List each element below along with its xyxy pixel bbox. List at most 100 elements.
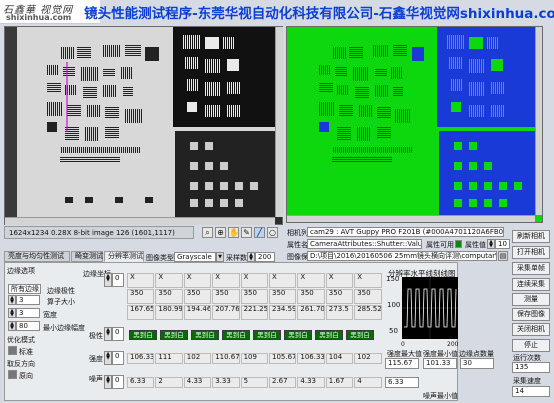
noise-min-field: 6.33 [385, 377, 419, 388]
coord-value-cell: 261.70 [297, 305, 325, 320]
operator-spinner[interactable]: ▲ ▼ [8, 295, 16, 305]
edge-mode-select[interactable]: 所有边缘 [8, 284, 41, 294]
camera-list-select[interactable]: cam29 : AVT Guppy PRO F201B (#000A470112… [307, 227, 504, 237]
coord-x-header: X [325, 273, 354, 288]
polarity-label: 极性 [89, 332, 103, 340]
width-spinner[interactable]: ▲ ▼ [8, 308, 16, 318]
chart-y-max: 150 [386, 275, 400, 283]
edge-index-field[interactable]: 0 [112, 273, 124, 287]
chart-x-max: 200 [447, 341, 459, 348]
noise-label: 噪声 [89, 375, 103, 383]
chart-y-min: 50 [389, 327, 398, 335]
noise-index-field[interactable]: 0 [112, 375, 124, 389]
left-horizontal-scrollbar[interactable] [5, 217, 275, 225]
contrast-cell: 109 [240, 353, 268, 364]
tab-distortion[interactable]: 畸变测试 [71, 251, 103, 262]
single-frame-button[interactable]: 采集单帧 [512, 262, 550, 275]
contrast-cell: 110.67 [212, 353, 240, 364]
resolution-panel: 边缘选项 所有边缘 边缘极性 ▲ ▼ 3 算子大小 ▲ ▼ 3 宽度 ▲ ▼ 80 最… [4, 262, 494, 401]
min-edge-field[interactable]: 80 [16, 321, 40, 331]
opt-mode-toggle[interactable] [8, 346, 17, 355]
stop-button[interactable]: 停止 [512, 339, 550, 352]
line-tool-icon[interactable]: ╱ [254, 227, 265, 238]
sample-count-spinner[interactable]: ▲ ▼ [247, 252, 255, 262]
pen-icon[interactable]: ✎ [241, 227, 252, 238]
polarity-index-field[interactable]: 0 [112, 327, 124, 341]
contrast-cell: 111 [155, 353, 183, 364]
property-value-field[interactable]: 10 [495, 239, 510, 249]
folder-icon[interactable]: ▤ [498, 251, 508, 261]
right-image-view[interactable] [286, 26, 543, 223]
polarity-cell: 黑到白 [191, 330, 219, 340]
operator-field[interactable]: 3 [16, 295, 40, 305]
coord-y-cell: 350 [297, 289, 325, 304]
property-name-select[interactable]: CameraAttributes::Shutter::Value [307, 239, 422, 249]
continuous-button[interactable]: 连续采集 [512, 278, 550, 291]
coord-value-cell: 221.25 [240, 305, 268, 320]
contrast-cell: 104 [325, 353, 354, 364]
min-edge-label: 最小边缘幅度 [43, 324, 85, 332]
refresh-camera-button[interactable]: 刷新相机 [512, 230, 550, 243]
noise-cell: 4 [354, 377, 382, 388]
coord-x-header: X [155, 273, 183, 288]
min-edge-spinner[interactable]: ▲ ▼ [8, 321, 16, 331]
noise-cell: 4.33 [183, 377, 212, 388]
polarity-row: 黑到白 黑到白 黑到白 黑到白 黑到白 黑到白 黑到白 黑到白 [129, 330, 379, 340]
chart-y-mid: 100 [387, 301, 401, 309]
take-direction-toggle[interactable] [8, 370, 17, 379]
polarity-cell: 黑到白 [253, 330, 281, 340]
zoom-icon[interactable]: ⌕ [202, 227, 213, 238]
right-horizontal-scrollbar[interactable] [287, 215, 535, 222]
tab-resolution[interactable]: 分辨率测试 [104, 251, 144, 262]
image-type-select[interactable]: Grayscale [174, 252, 216, 262]
noise-cell: 1.67 [325, 377, 354, 388]
save-image-button[interactable]: 保存图像 [512, 308, 550, 321]
coord-y-cell: 350 [325, 289, 354, 304]
polarity-cell: 黑到白 [160, 330, 188, 340]
coord-y-cell: 350 [269, 289, 297, 304]
property-enable-led [455, 240, 462, 248]
measure-button[interactable]: 测量 [512, 293, 550, 306]
polarity-cell: 黑到白 [129, 330, 157, 340]
contrast-index-field[interactable]: 0 [112, 351, 124, 365]
profile-chart [402, 277, 458, 339]
coord-y-cell: 350 [354, 289, 382, 304]
polarity-cell: 黑到白 [284, 330, 312, 340]
right-vertical-scrollbar[interactable] [535, 27, 542, 215]
edge-polarity-label: 边缘极性 [47, 287, 75, 295]
coord-x-header: X [297, 273, 325, 288]
noise-index-spinner[interactable]: ▲ ▼ [104, 375, 112, 389]
sample-count-field[interactable]: 200 [255, 252, 275, 262]
processed-image [287, 27, 535, 215]
contrast-cell: 102 [354, 353, 382, 364]
hand-icon[interactable]: ✋ [228, 227, 239, 238]
speed-label: 采集速度 [513, 377, 541, 385]
chart-x-min: 0 [401, 341, 405, 348]
edge-count-field: 30 [460, 358, 494, 369]
polarity-index-spinner[interactable]: ▲ ▼ [104, 327, 112, 341]
contrast-min-field: 101.33 [423, 358, 457, 369]
coord-x-header: X [240, 273, 268, 288]
image-save-path[interactable]: D:\项目\2016\20160506 25mm镜头横向评测\computar\ [307, 251, 497, 261]
coord-x-header: X [127, 273, 155, 288]
width-field[interactable]: 3 [16, 308, 40, 318]
edge-index-spinner[interactable]: ▲ ▼ [104, 273, 112, 287]
contrast-index-spinner[interactable]: ▲ ▼ [104, 351, 112, 365]
coord-x-header: X [269, 273, 297, 288]
coord-y-cell: 350 [240, 289, 268, 304]
coord-x-header: X [212, 273, 240, 288]
contrast-row: 106.33 111 102 110.67 109 105.67 106.33 104 102 [127, 353, 383, 364]
property-value-spinner[interactable]: ▲ ▼ [487, 239, 495, 249]
coord-value-cell: 273.5 [325, 305, 354, 320]
noise-cell: 6.33 [127, 377, 155, 388]
chevron-down-icon[interactable]: ▼ [216, 252, 224, 262]
open-camera-button[interactable]: 打开相机 [512, 246, 550, 259]
circle-icon[interactable]: ○ [267, 227, 278, 238]
search-icon[interactable]: ⊕ [215, 227, 226, 238]
noise-cell: 2.67 [269, 377, 297, 388]
coord-value-cell: 167.65 [127, 305, 155, 320]
left-image-view[interactable] [4, 26, 283, 225]
left-vertical-scrollbar[interactable] [275, 27, 283, 217]
close-camera-button[interactable]: 关闭相机 [512, 323, 550, 336]
tab-brightness[interactable]: 亮度与均匀性测试 [4, 251, 70, 262]
